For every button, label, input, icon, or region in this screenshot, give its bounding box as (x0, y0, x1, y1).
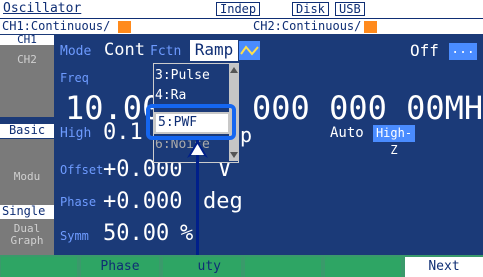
dropdown-item-ramp[interactable]: 4:Ra (155, 87, 227, 105)
symm-label: Symm (60, 229, 89, 243)
freq-value-right[interactable]: 000 000 00MHz (252, 92, 483, 124)
tab-ch1[interactable]: CH1 (0, 33, 54, 46)
softkey-1[interactable] (1, 257, 77, 277)
softkey-5[interactable] (325, 257, 401, 277)
mode-label: Mode (60, 44, 92, 59)
phase-label: Phase (60, 195, 97, 209)
channel-status-bar: CH1:Continuous/ CH2:Continuous/ (0, 18, 483, 34)
tab-ch2-label: CH2 (17, 53, 37, 66)
tab-single[interactable]: Single (0, 205, 54, 219)
softkey-next[interactable]: Next (405, 257, 483, 277)
phase-value[interactable]: +0.000 (103, 189, 182, 214)
softkey-4[interactable] (245, 257, 321, 277)
disk-tag: Disk (292, 2, 329, 16)
symm-unit: % (180, 221, 194, 246)
usb-tag: USB (335, 2, 365, 16)
phase-unit: deg (203, 189, 243, 214)
tab-ch1-label: CH1 (17, 33, 37, 46)
tab-basic[interactable]: Basic (0, 124, 54, 138)
offset-label: Offset (60, 163, 104, 177)
tab-graph-label: Graph (10, 234, 44, 247)
softkey-duty[interactable]: uty (163, 257, 241, 277)
tab-basic-label: Basic (8, 123, 46, 137)
high-label: High (60, 126, 92, 141)
load-label: Auto (330, 125, 364, 141)
ch2-status: CH2:Continuous/ (253, 19, 362, 33)
symm-value[interactable]: 50.00 (103, 221, 169, 246)
ch1-status: CH1:Continuous/ (2, 19, 111, 33)
output-state[interactable]: Off (410, 41, 439, 60)
more-button[interactable]: ... (449, 43, 477, 60)
fctn-label: Fctn (150, 44, 182, 59)
tab-single-label: Single (2, 204, 46, 218)
tab-ch2[interactable]: CH2 (0, 45, 54, 117)
ramp-wave-icon (239, 41, 260, 60)
load-highz-button[interactable]: High-Z (373, 125, 415, 157)
dropdown-item-pulse[interactable]: 3:Pulse (155, 67, 227, 85)
callout-arrow-head-icon (187, 140, 208, 158)
high-unit: p (240, 123, 253, 147)
function-select[interactable]: Ramp (190, 40, 238, 61)
tab-dual-label: Dual (13, 222, 41, 235)
tab-modu[interactable]: Modu (0, 139, 54, 205)
tab-dual-graph[interactable]: Dual Graph (0, 219, 54, 255)
freq-label: Freq (60, 71, 89, 85)
tab-modu-label: Modu (13, 170, 41, 183)
indep-tag: Indep (216, 2, 261, 16)
softkey-phase[interactable]: Phase (81, 257, 159, 277)
mode-value[interactable]: Cont (104, 40, 145, 60)
highlight-callout (146, 104, 236, 140)
app-title: Oscillator (3, 1, 82, 16)
high-value[interactable]: 0.1 (103, 120, 143, 145)
ch2-indicator-icon (364, 21, 377, 33)
ch1-indicator-icon (118, 21, 131, 33)
